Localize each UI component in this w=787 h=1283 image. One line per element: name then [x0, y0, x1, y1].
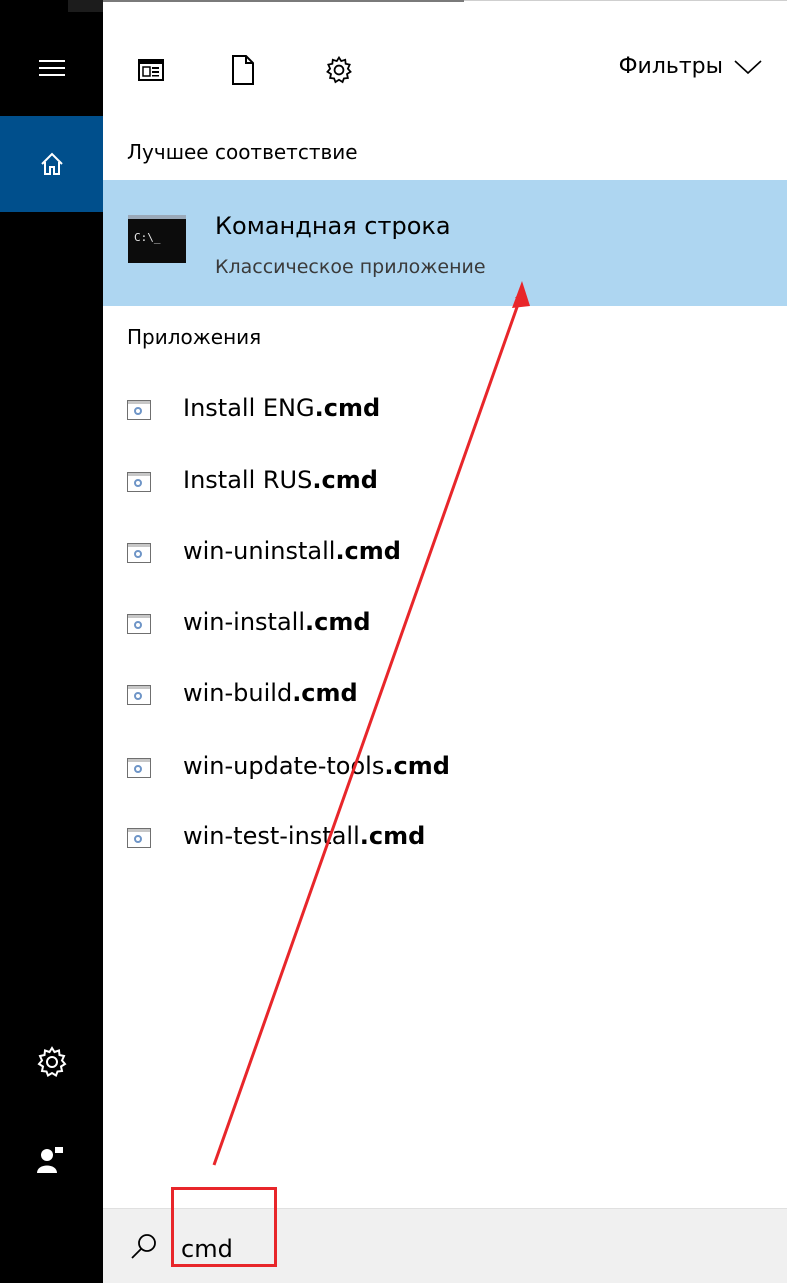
settings-filter-button[interactable] [319, 50, 359, 90]
gear-icon [326, 55, 352, 84]
menu-button[interactable] [0, 20, 103, 116]
documents-filter-button[interactable] [223, 50, 263, 90]
script-file-icon [127, 472, 151, 492]
start-search-panel: Фильтры Лучшее соответствие C:\_ Командн… [0, 0, 787, 1283]
script-file-icon [127, 543, 151, 563]
script-file-icon [127, 828, 151, 848]
apps-icon [138, 59, 164, 81]
user-icon [36, 1147, 63, 1173]
apps-header: Приложения [127, 325, 262, 349]
list-item[interactable]: win-install.cmd [103, 594, 787, 654]
list-item-label: win-install.cmd [183, 608, 371, 636]
filters-label: Фильтры [618, 54, 723, 79]
best-match-result[interactable]: C:\_ Командная строка Классическое прило… [103, 180, 787, 306]
list-item[interactable]: win-uninstall.cmd [103, 523, 787, 583]
left-rail [0, 0, 103, 1283]
best-match-subtitle: Классическое приложение [215, 256, 486, 278]
script-file-icon [127, 685, 151, 705]
settings-button[interactable] [0, 1014, 103, 1110]
script-file-icon [127, 614, 151, 634]
best-match-header: Лучшее соответствие [127, 140, 358, 164]
gear-icon [36, 1046, 67, 1077]
apps-filter-button[interactable] [131, 50, 171, 90]
document-icon [232, 55, 254, 85]
script-file-icon [127, 400, 151, 420]
command-prompt-icon-text: C:\_ [134, 231, 161, 244]
list-item[interactable]: Install RUS.cmd [103, 452, 787, 512]
home-button[interactable] [0, 116, 103, 212]
top-strip-line [103, 0, 464, 10]
annotation-highlight-box [171, 1187, 277, 1267]
list-item-label: win-build.cmd [183, 679, 358, 707]
best-match-title: Командная строка [215, 212, 451, 240]
list-item[interactable]: win-update-tools.cmd [103, 738, 787, 798]
top-strip-line-right [464, 0, 787, 10]
list-item-label: Install ENG.cmd [183, 394, 381, 422]
script-file-icon [127, 758, 151, 778]
home-icon [40, 152, 63, 175]
hamburger-icon [38, 60, 65, 76]
search-toolbar: Фильтры [103, 20, 787, 120]
user-button[interactable] [0, 1112, 103, 1208]
list-item-label: win-test-install.cmd [183, 822, 426, 850]
list-item[interactable]: Install ENG.cmd [103, 380, 787, 440]
top-strip-dark [68, 0, 103, 12]
chevron-down-icon [734, 59, 762, 74]
list-item-label: win-update-tools.cmd [183, 752, 450, 780]
command-prompt-icon: C:\_ [128, 215, 186, 263]
filters-dropdown[interactable]: Фильтры [619, 54, 763, 79]
search-icon [129, 1231, 159, 1265]
list-item[interactable]: win-test-install.cmd [103, 808, 787, 868]
list-item-label: Install RUS.cmd [183, 466, 378, 494]
top-strip [68, 0, 787, 12]
list-item-label: win-uninstall.cmd [183, 537, 401, 565]
list-item[interactable]: win-build.cmd [103, 665, 787, 725]
